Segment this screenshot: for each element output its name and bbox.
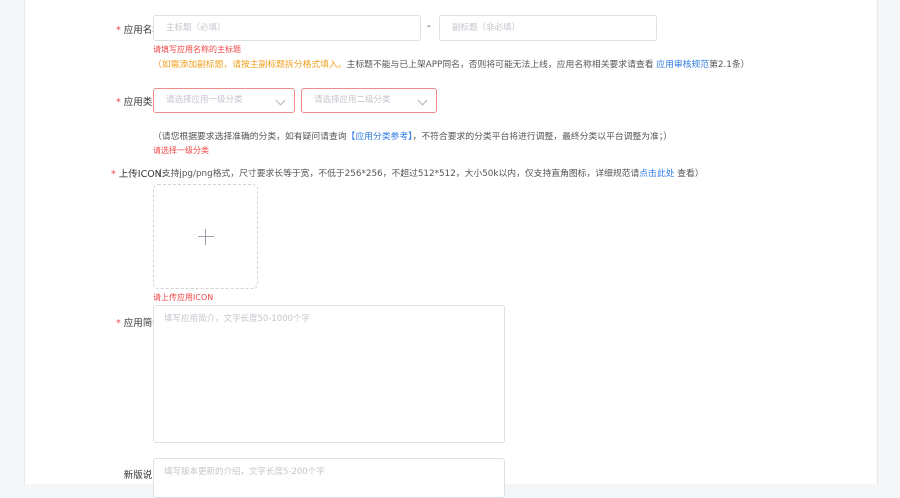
- sub-title-input[interactable]: 副标题（非必填）: [439, 15, 657, 41]
- title-separator: -: [427, 21, 431, 32]
- icon-upload-box[interactable]: [153, 184, 258, 289]
- app-category-hint: （请您根据要求选择准确的分类，如有疑问请查询【应用分类参考】，不符合要求的分类平…: [153, 132, 673, 142]
- icon-spec-link[interactable]: 点击此处: [639, 169, 674, 179]
- category-level1-select[interactable]: 请选择应用一级分类: [153, 88, 295, 113]
- app-category-error: 请选择一级分类: [153, 146, 209, 155]
- required-mark: *: [116, 318, 121, 329]
- app-icon-hint: （支持jpg/png格式，尺寸要求长等于宽，不低于256*256，不超过512*…: [153, 169, 704, 179]
- chevron-down-icon: [275, 95, 286, 106]
- app-icon-label: * 上传ICON:: [111, 169, 165, 180]
- category-level2-select[interactable]: 请选择应用二级分类: [301, 88, 437, 113]
- required-mark: *: [116, 25, 121, 36]
- app-name-hint: （如需添加副标题，请按主副标题拆分格式填入。主标题不能与已上架APP同名，否则将…: [153, 60, 750, 70]
- required-mark: *: [116, 97, 121, 108]
- release-notes-label: 新版说明:: [123, 470, 165, 481]
- review-guidelines-link[interactable]: 应用审核规范: [656, 60, 709, 70]
- app-name-error: 请填写应用名称的主标题: [153, 45, 241, 54]
- main-title-input[interactable]: 主标题（必填）: [153, 15, 421, 41]
- category-reference-link[interactable]: 【应用分类参考】: [347, 132, 413, 142]
- required-mark: *: [111, 169, 116, 180]
- app-icon-error: 请上传应用ICON: [153, 293, 214, 302]
- form-card: * 应用名称: 主标题（必填） - 副标题（非必填） 请填写应用名称的主标题 （如…: [24, 0, 878, 498]
- app-intro-textarea[interactable]: 填写应用简介，文字长度50-1000个字: [153, 305, 505, 443]
- app-intro-label: * 应用简介:: [116, 318, 165, 329]
- app-name-label: * 应用名称:: [116, 25, 165, 36]
- app-category-label: * 应用类别:: [116, 97, 165, 108]
- release-notes-textarea[interactable]: 填写版本更新的介绍，文字长度5-200个字: [153, 458, 505, 498]
- chevron-down-icon: [417, 95, 428, 106]
